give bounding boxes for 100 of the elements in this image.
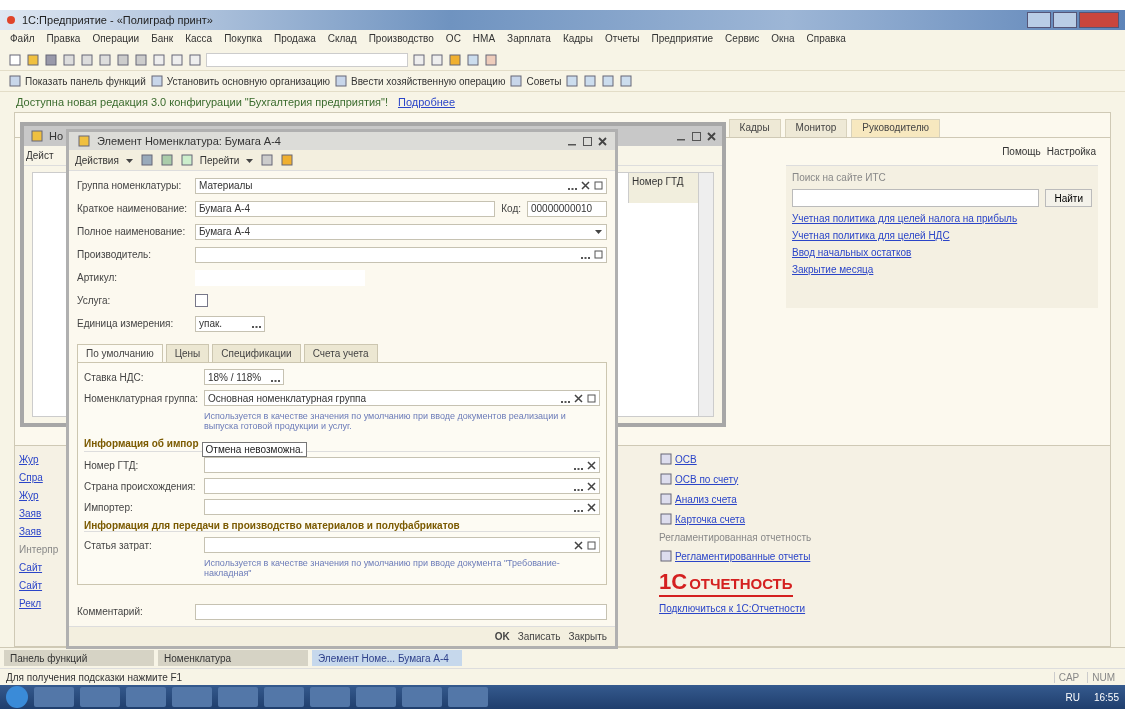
- dialog-button[interactable]: Закрыть: [568, 631, 607, 642]
- maximize-button[interactable]: [1053, 12, 1077, 28]
- menu-item[interactable]: Производство: [368, 33, 434, 47]
- open-icon[interactable]: [594, 181, 603, 190]
- menu-item[interactable]: Продажа: [273, 33, 316, 47]
- input-field[interactable]: [204, 478, 600, 494]
- clear-icon[interactable]: [587, 502, 596, 512]
- panel-tab[interactable]: Кадры: [728, 119, 781, 137]
- menu-item[interactable]: Банк: [151, 33, 174, 47]
- setup-link[interactable]: Учетная политика для целей НДС: [792, 230, 1092, 241]
- clear-icon[interactable]: [574, 393, 583, 403]
- toolbar-button[interactable]: Ввести хозяйственную операцию: [333, 74, 506, 88]
- group-field[interactable]: Основная номенклатурная группа: [204, 390, 600, 406]
- connect-link[interactable]: Подключиться к 1С:Отчетности: [659, 603, 812, 614]
- input-field[interactable]: [195, 246, 607, 263]
- regulated-reports-link[interactable]: Регламентированные отчеты: [675, 550, 811, 562]
- menu-item[interactable]: Склад: [327, 33, 357, 47]
- dialog-button[interactable]: Записать: [517, 631, 561, 642]
- menu-item[interactable]: Правка: [46, 33, 81, 47]
- form-tab[interactable]: Счета учета: [303, 344, 378, 362]
- close-icon[interactable]: [707, 131, 716, 141]
- report-link[interactable]: ОСВ по счету: [675, 473, 739, 485]
- input-field[interactable]: упак.: [195, 315, 265, 332]
- menu-item[interactable]: Покупка: [224, 33, 262, 47]
- input-field[interactable]: Бумага А-4: [195, 200, 496, 217]
- actions-menu[interactable]: Действия: [75, 154, 119, 166]
- clear-icon[interactable]: [574, 540, 583, 550]
- side-link[interactable]: Жур: [19, 490, 69, 501]
- open-icon[interactable]: [587, 393, 596, 403]
- dialog-button[interactable]: OK: [494, 631, 510, 642]
- clear-icon[interactable]: [587, 481, 596, 491]
- start-button[interactable]: [6, 686, 28, 708]
- search-label: Поиск на сайте ИТС: [792, 172, 887, 183]
- goto-menu[interactable]: Перейти: [199, 154, 240, 166]
- maximize-icon[interactable]: [583, 136, 592, 146]
- panel-tab[interactable]: Монитор: [784, 119, 848, 137]
- menu-item[interactable]: Справка: [806, 33, 846, 47]
- menu-item[interactable]: Кадры: [562, 33, 593, 47]
- scrollbar[interactable]: [698, 173, 713, 416]
- checkbox[interactable]: [195, 294, 208, 307]
- report-link[interactable]: Карточка счета: [675, 513, 746, 525]
- column-header: Номер ГТД: [628, 173, 698, 203]
- panel-header-button[interactable]: Настройка: [1046, 146, 1096, 157]
- menu-item[interactable]: НМА: [472, 33, 496, 47]
- find-button[interactable]: Найти: [1045, 189, 1092, 207]
- field-label: Номенклатурная группа:: [84, 392, 200, 404]
- form-tab[interactable]: Спецификации: [212, 344, 301, 362]
- toolbar-button[interactable]: Советы: [509, 74, 562, 88]
- window-tab[interactable]: Элемент Номе... Бумага А-4: [312, 650, 462, 666]
- menu-item[interactable]: Предприятие: [651, 33, 714, 47]
- setup-link[interactable]: Ввод начальных остатков: [792, 247, 1092, 258]
- vat-field[interactable]: 18% / 118%: [204, 369, 284, 385]
- minimize-button[interactable]: [1027, 12, 1051, 28]
- dropdown-field[interactable]: Бумага А-4: [195, 223, 607, 240]
- report-link[interactable]: Анализ счета: [675, 493, 737, 505]
- input-field[interactable]: [204, 457, 600, 473]
- menu-item[interactable]: Зарплата: [507, 33, 551, 47]
- panel-tab[interactable]: Руководителю: [851, 119, 940, 137]
- setup-link[interactable]: Закрытие месяца: [792, 264, 1092, 275]
- window-tab[interactable]: Панель функций: [4, 650, 154, 666]
- language-indicator[interactable]: RU: [1065, 691, 1080, 703]
- maximize-icon[interactable]: [692, 131, 701, 141]
- open-icon[interactable]: [594, 250, 603, 259]
- caret-icon[interactable]: [594, 227, 603, 236]
- input-field[interactable]: Материалы: [195, 177, 607, 194]
- comment-field[interactable]: [195, 603, 607, 620]
- menu-item[interactable]: Касса: [185, 33, 213, 47]
- report-link[interactable]: ОСВ: [675, 453, 697, 465]
- toolbar-button[interactable]: Установить основную организацию: [149, 74, 330, 88]
- panel-header-button[interactable]: Помощь: [1002, 146, 1041, 157]
- clear-icon[interactable]: [587, 460, 596, 470]
- details-link[interactable]: Подробнее: [398, 96, 456, 108]
- setup-link[interactable]: Учетная политика для целей налога на прибыль: [792, 213, 1092, 224]
- side-link[interactable]: Заяв: [19, 526, 69, 537]
- clear-icon[interactable]: [581, 181, 590, 190]
- open-icon[interactable]: [587, 540, 596, 550]
- input-field[interactable]: [204, 537, 600, 553]
- close-icon[interactable]: [598, 136, 607, 146]
- menu-item[interactable]: Файл: [10, 33, 35, 47]
- form-tab[interactable]: По умолчанию: [77, 344, 163, 362]
- form-tab[interactable]: Цены: [165, 344, 210, 362]
- toolbar-button[interactable]: Показать панель функций: [8, 74, 146, 88]
- menu-item[interactable]: Сервис: [725, 33, 760, 47]
- input-field[interactable]: [204, 499, 600, 515]
- menu-item[interactable]: Окна: [771, 33, 795, 47]
- window-tab[interactable]: Номенклатура: [158, 650, 308, 666]
- field-label: Полное наименование:: [77, 226, 187, 237]
- side-link[interactable]: Спра: [19, 472, 69, 483]
- menu-item[interactable]: Отчеты: [604, 33, 640, 47]
- actions-menu[interactable]: Дейст: [26, 150, 54, 161]
- site-link[interactable]: Сайт: [19, 562, 69, 573]
- site-link[interactable]: Сайт: [19, 580, 69, 591]
- side-link[interactable]: Жур: [19, 454, 69, 465]
- its-search-field[interactable]: [792, 189, 1040, 207]
- code-field[interactable]: 00000000010: [527, 200, 607, 217]
- search-field[interactable]: [206, 53, 408, 67]
- menu-item[interactable]: Операции: [92, 33, 140, 47]
- side-link[interactable]: Заяв: [19, 508, 69, 519]
- site-link[interactable]: Рекл: [19, 598, 69, 609]
- menu-item[interactable]: ОС: [445, 33, 461, 47]
